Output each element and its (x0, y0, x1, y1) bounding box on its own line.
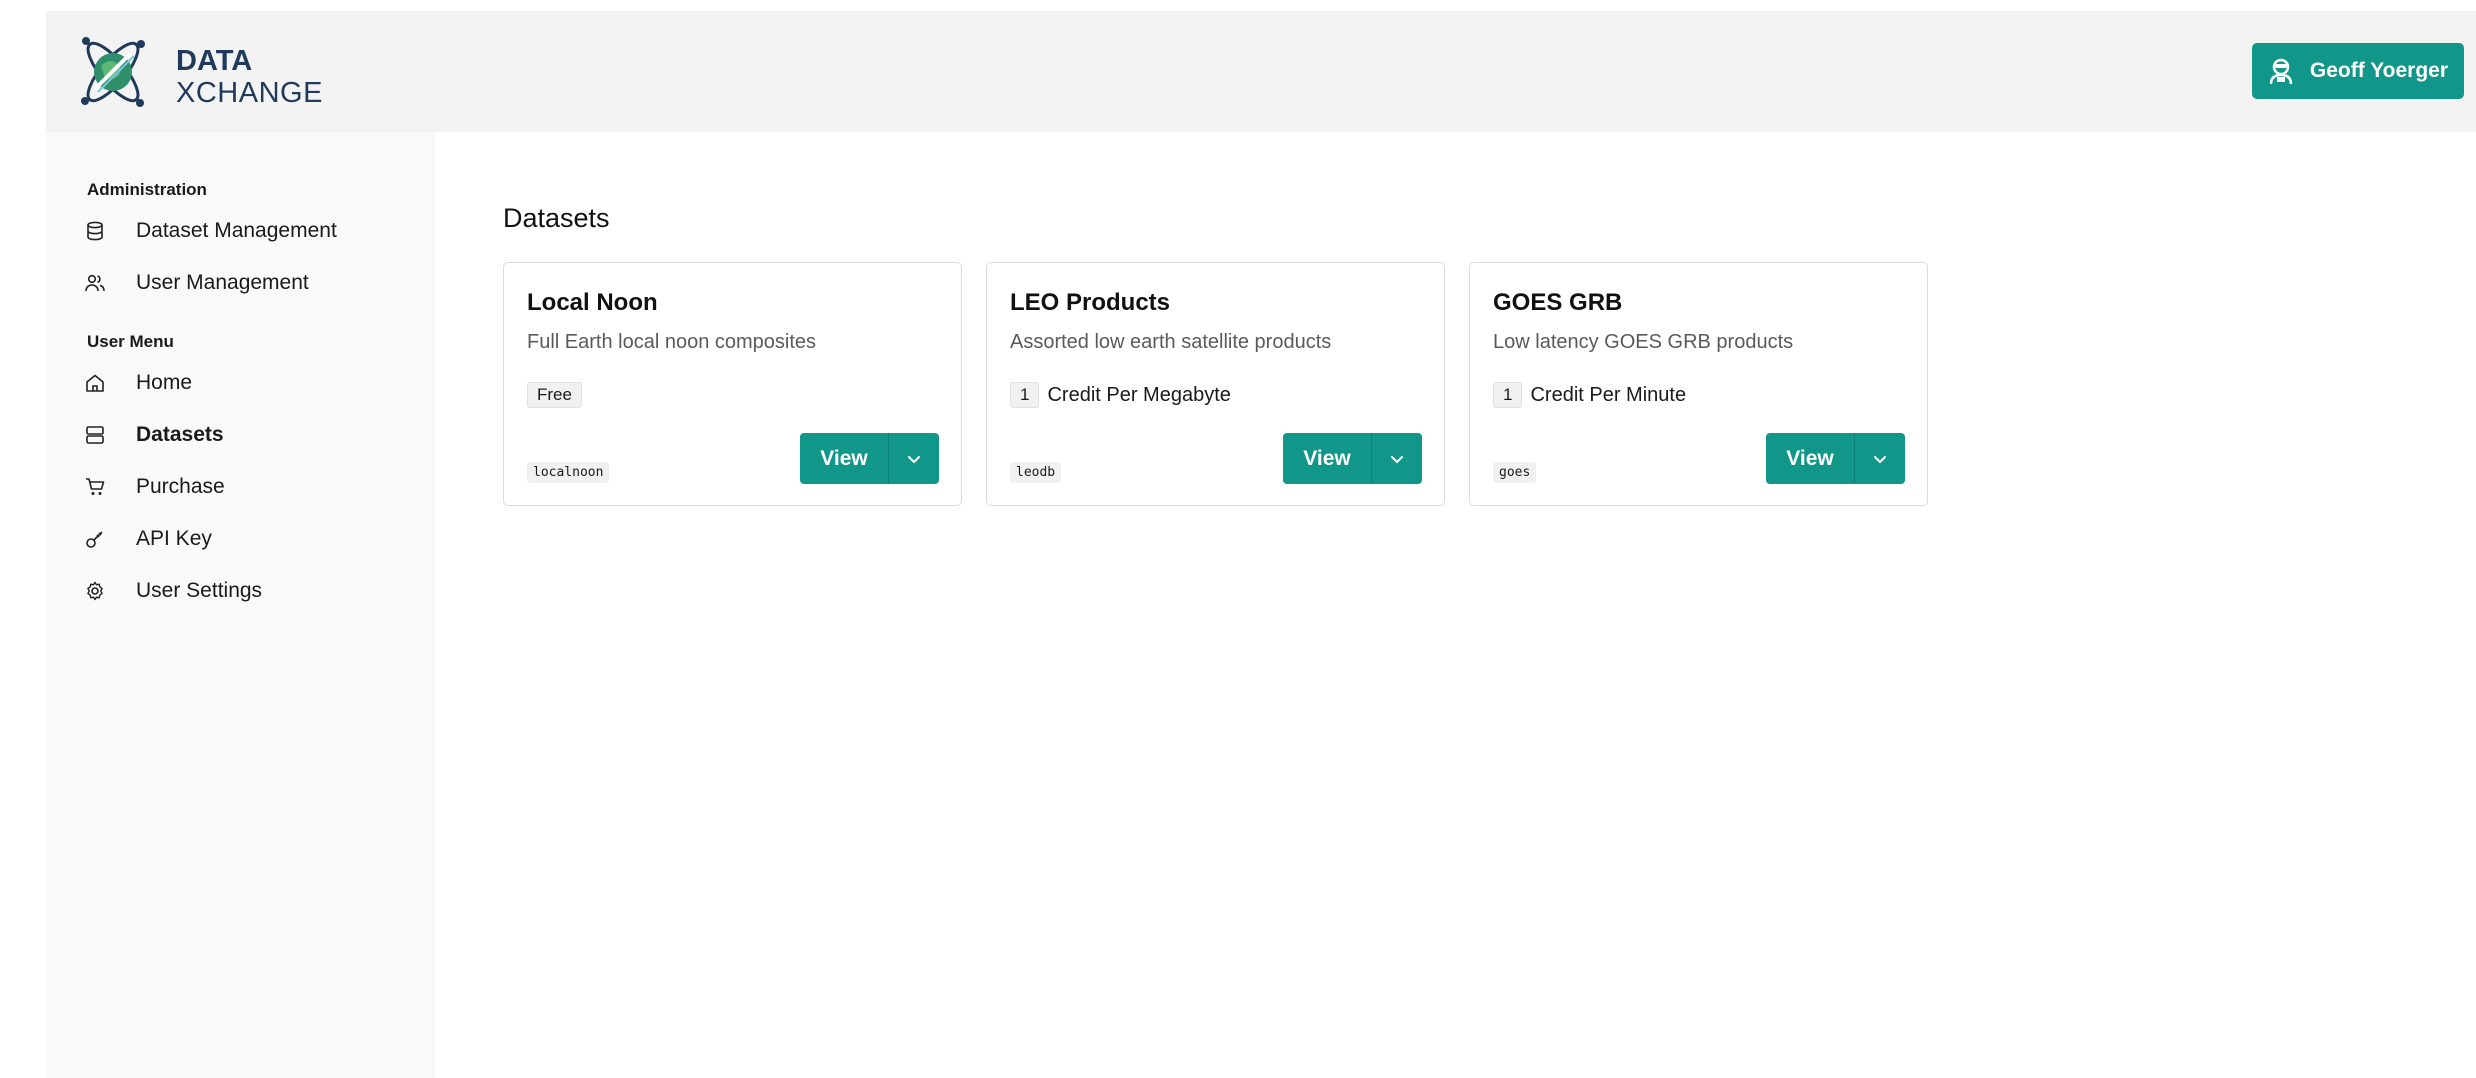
dataset-slug: localnoon (527, 462, 610, 483)
view-button[interactable]: View (800, 433, 889, 484)
price-badge: 1 (1493, 382, 1523, 408)
sidebar-item-label: Dataset Management (136, 219, 337, 242)
view-button-group: View (1766, 433, 1905, 484)
user-name: Geoff Yoerger (2309, 59, 2448, 82)
price-badge: Free (527, 382, 582, 408)
sidebar-item-label: User Management (136, 271, 309, 294)
card-price: 1 Credit Per Minute (1493, 382, 1686, 408)
sidebar-item-label: Datasets (136, 423, 224, 446)
brand-line-2: XCHANGE (176, 77, 323, 109)
card-price: Free (527, 382, 590, 408)
view-button[interactable]: View (1766, 433, 1855, 484)
user-menu-button[interactable]: Geoff Yoerger (2251, 43, 2464, 99)
card-title: GOES GRB (1493, 289, 1623, 316)
card-title: Local Noon (527, 289, 658, 316)
cart-icon (84, 476, 106, 498)
data-xchange-logo[interactable] (73, 31, 153, 113)
dataset-card-goes-grb: GOES GRB Low latency GOES GRB products 1… (1469, 262, 1928, 506)
sidebar: Administration Dataset Management User M… (46, 132, 435, 1078)
brand-line-1: DATA (176, 45, 253, 77)
home-icon (84, 372, 106, 394)
card-title: LEO Products (1010, 289, 1171, 316)
chevron-down-icon (908, 455, 920, 463)
card-description: Low latency GOES GRB products (1493, 331, 1794, 353)
sidebar-heading-administration: Administration (87, 180, 207, 199)
key-icon (84, 528, 106, 550)
card-description: Full Earth local noon composites (527, 331, 817, 353)
sidebar-item-label: User Settings (136, 579, 263, 602)
chevron-down-icon (1874, 455, 1886, 463)
dataset-card-leo-products: LEO Products Assorted low earth satellit… (986, 262, 1445, 506)
database-icon (84, 220, 106, 242)
card-description: Assorted low earth satellite products (1010, 331, 1332, 353)
sidebar-item-label: Home (136, 371, 193, 394)
view-button[interactable]: View (1283, 433, 1372, 484)
dataset-slug: goes (1493, 462, 1537, 483)
sidebar-item-user-settings[interactable]: User Settings (84, 571, 414, 611)
sidebar-item-user-management[interactable]: User Management (84, 263, 414, 303)
sidebar-heading-user-menu: User Menu (87, 332, 174, 351)
price-badge: 1 (1010, 382, 1040, 408)
server-icon (84, 424, 106, 446)
dataset-card-local-noon: Local Noon Full Earth local noon composi… (503, 262, 962, 506)
view-dropdown-button[interactable] (1855, 433, 1905, 484)
sidebar-item-datasets[interactable]: Datasets (84, 415, 414, 455)
view-dropdown-button[interactable] (1372, 433, 1422, 484)
user-icon (2269, 58, 2293, 85)
sidebar-item-purchase[interactable]: Purchase (84, 467, 414, 507)
sidebar-item-label: API Key (136, 527, 212, 550)
view-button-group: View (800, 433, 939, 484)
sidebar-item-api-key[interactable]: API Key (84, 519, 414, 559)
view-button-group: View (1283, 433, 1422, 484)
app-frame: DATA XCHANGE Geoff Yoerger Administratio… (46, 11, 2476, 1078)
sidebar-item-dataset-management[interactable]: Dataset Management (84, 211, 414, 251)
price-text: Credit Per Minute (1530, 383, 1687, 406)
gear-icon (84, 580, 106, 602)
sidebar-item-home[interactable]: Home (84, 363, 414, 403)
sidebar-item-label: Purchase (136, 475, 225, 498)
chevron-down-icon (1391, 455, 1403, 463)
page-title: Datasets (503, 203, 610, 233)
dataset-slug: leodb (1010, 462, 1062, 483)
price-text: Credit Per Megabyte (1047, 383, 1231, 406)
users-icon (84, 272, 106, 294)
top-bar: DATA XCHANGE Geoff Yoerger (46, 11, 2476, 132)
brand-name[interactable]: DATA XCHANGE (176, 45, 323, 109)
card-price: 1 Credit Per Megabyte (1010, 382, 1231, 408)
view-dropdown-button[interactable] (889, 433, 939, 484)
